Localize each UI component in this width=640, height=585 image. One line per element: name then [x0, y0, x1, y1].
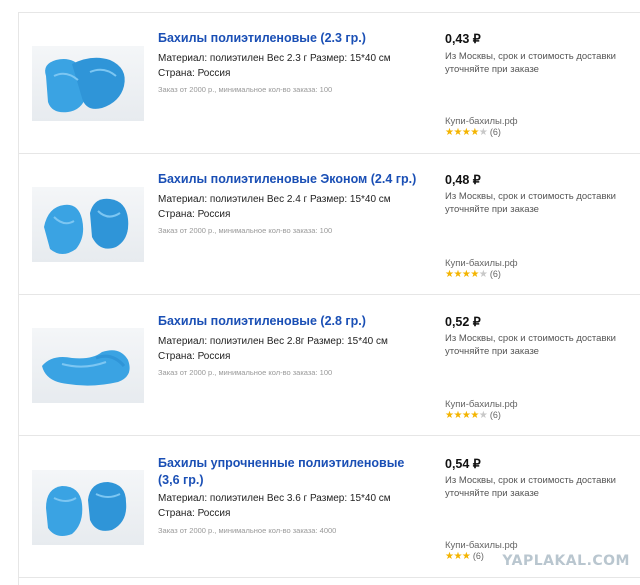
- product-title-link[interactable]: Бахилы полиэтиленовые (2.8 гр.): [158, 313, 423, 330]
- product-image[interactable]: [32, 46, 144, 121]
- product-description: Материал: полиэтилен Вес 2.8г Размер: 15…: [158, 336, 388, 362]
- product-price: 0,54 ₽: [445, 457, 481, 471]
- product-description: Материал: полиэтилен Вес 3.6 г Размер: 1…: [158, 493, 391, 519]
- product-card: Бахилы полиэтиленовые (2.8 гр.) Материал…: [19, 295, 640, 436]
- product-title-link[interactable]: Бахилы полиэтиленовые (2.3 гр.): [158, 30, 423, 47]
- delivery-info: Из Москвы, срок и стоимость доставки уто…: [445, 191, 616, 215]
- rating-stars-icon: ★★★★★: [445, 127, 488, 138]
- review-count: (6): [472, 551, 484, 561]
- site-watermark: YAPLAKAL.COM: [502, 553, 630, 569]
- shop-name-link[interactable]: Купи-бахилы.рф: [445, 116, 518, 127]
- rating-stars-icon: ★★★★★: [445, 269, 488, 280]
- product-price: 0,52 ₽: [445, 315, 481, 329]
- shop-name-link[interactable]: Купи-бахилы.рф: [445, 258, 518, 269]
- shoe-cover-image: [42, 350, 130, 386]
- product-order-terms: Заказ от 2000 р., минимальное кол-во зак…: [158, 368, 333, 377]
- product-description: Материал: полиэтилен Вес 2.4 г Размер: 1…: [158, 194, 391, 220]
- product-image[interactable]: [32, 187, 144, 262]
- product-image[interactable]: [32, 328, 144, 403]
- product-price: 0,48 ₽: [445, 173, 481, 187]
- product-order-terms: Заказ от 2000 р., минимальное кол-во зак…: [158, 85, 333, 94]
- shop-rating[interactable]: ★★★★★ (6): [445, 269, 501, 280]
- review-count: (6): [489, 410, 501, 420]
- shoe-cover-image: [46, 482, 127, 536]
- product-order-terms: Заказ от 2000 р., минимальное кол-во зак…: [158, 226, 333, 235]
- shoe-cover-image: [44, 198, 129, 254]
- rating-stars-icon: ★★★: [445, 551, 471, 562]
- product-card: Бахилы полиэтиленовые (2.3 гр.) Материал…: [19, 12, 640, 154]
- review-count: (6): [489, 127, 501, 137]
- delivery-info: Из Москвы, срок и стоимость доставки уто…: [445, 333, 616, 357]
- rating-stars-icon: ★★★★★: [445, 410, 488, 421]
- product-order-terms: Заказ от 2000 р., минимальное кол-во зак…: [158, 526, 337, 535]
- shop-rating[interactable]: ★★★ (6): [445, 551, 484, 562]
- product-description: Материал: полиэтилен Вес 2.3 г Размер: 1…: [158, 53, 391, 79]
- shop-name-link[interactable]: Купи-бахилы.рф: [445, 399, 518, 410]
- shop-rating[interactable]: ★★★★★ (6): [445, 127, 501, 138]
- shoe-cover-image: [45, 57, 125, 113]
- product-image[interactable]: [32, 470, 144, 545]
- shop-rating[interactable]: ★★★★★ (6): [445, 410, 501, 421]
- product-title-link[interactable]: Бахилы упрочненные полиэтиленовые (3,6 г…: [158, 455, 423, 489]
- product-title-link[interactable]: Бахилы полиэтиленовые Эконом (2.4 гр.): [158, 171, 423, 188]
- product-card: Бахилы полиэтиленовые Эконом (2.4 гр.) М…: [19, 154, 640, 295]
- product-price: 0,43 ₽: [445, 32, 481, 46]
- review-count: (6): [489, 269, 501, 279]
- delivery-info: Из Москвы, срок и стоимость доставки уто…: [445, 51, 616, 75]
- delivery-info: Из Москвы, срок и стоимость доставки уто…: [445, 475, 616, 499]
- shop-name-link[interactable]: Купи-бахилы.рф: [445, 540, 518, 551]
